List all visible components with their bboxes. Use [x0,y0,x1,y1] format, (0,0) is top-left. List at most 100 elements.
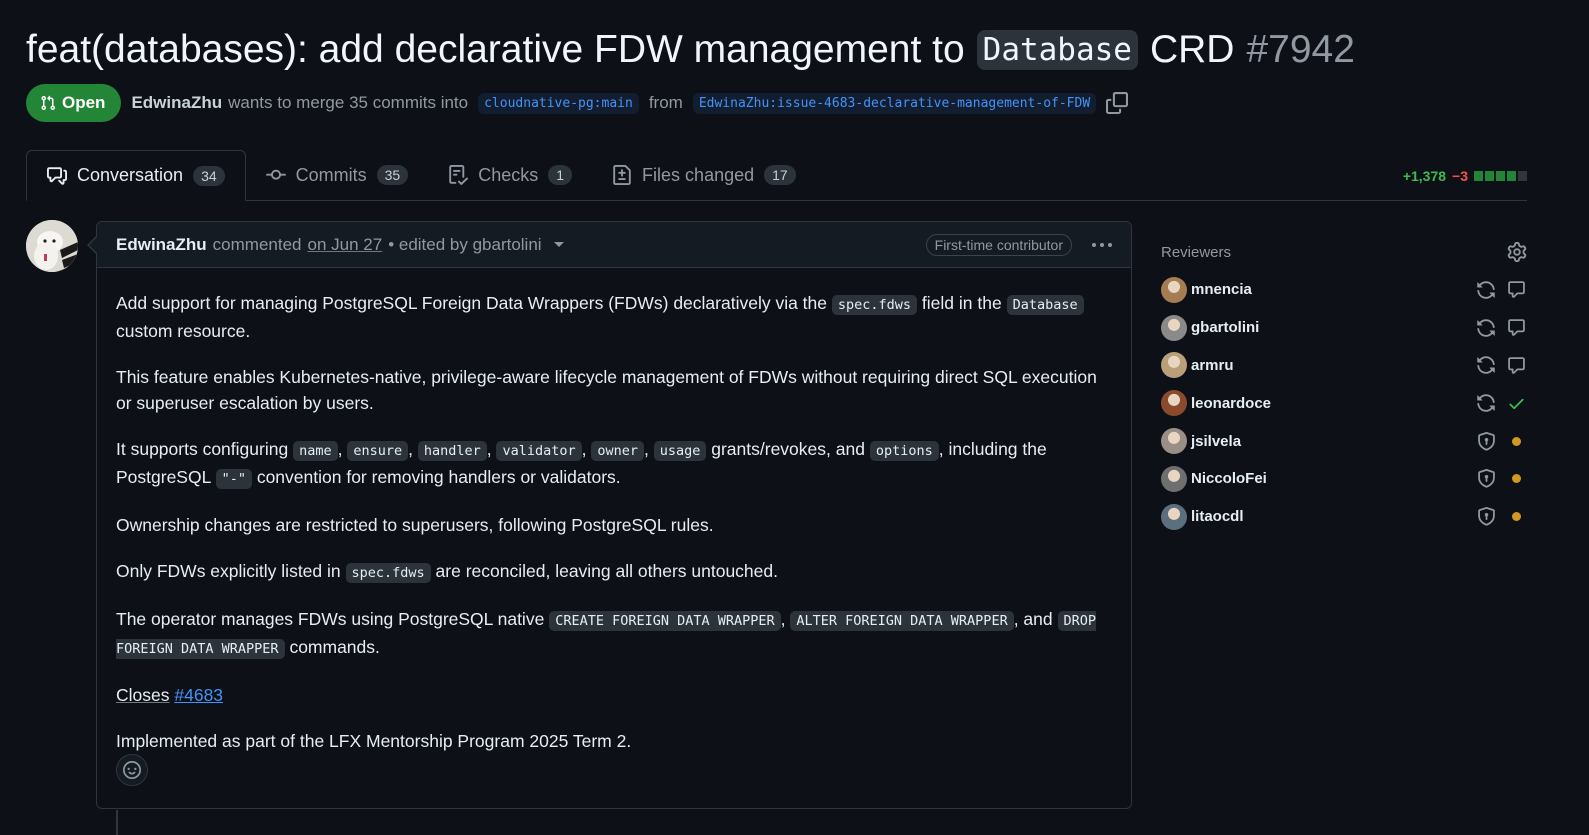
pending-dot-icon [1505,474,1527,484]
head-branch[interactable]: EdwinaZhu:issue-4683-declarative-managem… [692,92,1097,114]
inline-code: "-" [215,469,252,489]
pr-meta: Open EdwinaZhu wants to merge 35 commits… [26,84,1129,122]
text: convention for removing handlers or vali… [256,467,621,487]
avatar[interactable] [1161,428,1187,455]
add-reaction-button[interactable] [116,754,148,786]
text: Only FDWs explicitly listed in [116,561,341,581]
shield-lock-icon [1475,469,1497,488]
file-diff-icon [613,165,631,185]
comment-discussion-icon [47,166,67,185]
re-request-review-icon[interactable] [1475,393,1497,413]
sidebar: Reviewers mnencia gbartolini armru leonardo… [1161,240,1527,536]
git-pull-request-icon [41,95,56,111]
comment-icon [1505,318,1527,337]
paragraph: This feature enables Kubernetes-native, … [116,367,1097,413]
tab-label: Conversation [77,165,184,185]
reviewer-row: armru [1161,347,1527,385]
text: Add support for managing PostgreSQL Fore… [116,293,828,313]
tab-files-changed[interactable]: Files changed 17 [592,150,816,200]
reviewer-row: NiccoloFei [1161,460,1527,498]
comment-box: EdwinaZhu commented on Jun 27 • edited b… [96,221,1132,809]
tab-commits[interactable]: Commits 35 [246,150,429,200]
comment-body: Add support for managing PostgreSQL Fore… [97,268,1131,754]
reviewer-name[interactable]: gbartolini [1191,319,1467,336]
reviewer-row: leonardoce [1161,384,1527,422]
base-branch[interactable]: cloudnative-pg:main [478,92,639,114]
comment-date[interactable]: on Jun 27 [308,235,383,255]
inline-code: CREATE FOREIGN DATA WRAPPER [549,611,781,631]
issue-link[interactable]: #4683 [174,685,223,705]
avatar[interactable] [1161,465,1187,492]
gear-icon[interactable] [1507,242,1527,262]
reviewer-name[interactable]: leonardoce [1191,395,1467,412]
comment-arrow-fill [89,237,97,253]
inline-code: ALTER FOREIGN DATA WRAPPER [790,611,1014,631]
comment-author[interactable]: EdwinaZhu [116,235,207,255]
tab-counter: 17 [764,165,796,185]
inline-code: handler [417,441,487,461]
comment-icon [1505,280,1527,299]
reviewer-row: gbartolini [1161,309,1527,347]
re-request-review-icon[interactable] [1475,318,1497,338]
pr-title: feat(databases): add declarative FDW man… [26,28,1355,72]
comment-header: EdwinaZhu commented on Jun 27 • edited b… [97,222,1131,268]
shield-lock-icon [1475,431,1497,451]
pending-dot-icon [1505,512,1527,522]
first-time-contributor-badge: First-time contributor [925,233,1072,256]
text: commands. [289,637,380,657]
timeline-line [116,810,118,835]
avatar[interactable] [1161,314,1187,341]
copy-icon[interactable] [1106,92,1129,114]
inline-code: usage [653,441,707,461]
smiley-icon [123,761,141,779]
inline-code: options [869,441,939,461]
reviewer-name[interactable]: NiccoloFei [1191,470,1467,487]
diffstat-deletions: −3 [1452,168,1468,184]
chevron-down-icon[interactable] [553,242,564,247]
inline-code: ensure [347,441,409,461]
status-label: Open [62,93,106,112]
paragraph: Add support for managing PostgreSQL Fore… [116,290,1112,344]
paragraph: It supports configuring name, ensure, ha… [116,439,1047,489]
reviewer-name[interactable]: litaocdl [1191,508,1467,525]
text: , and [1013,609,1053,629]
checklist-icon [449,165,469,185]
pending-dot-icon [1505,436,1527,446]
paragraph: The operator manages FDWs using PostgreS… [116,609,1097,659]
tab-label: Commits [295,164,367,185]
reviewer-row: jsilvela [1161,422,1527,460]
reviewer-row: litaocdl [1161,498,1527,536]
tab-conversation[interactable]: Conversation 34 [26,150,246,201]
avatar[interactable] [1161,390,1187,417]
pr-title-text: feat(databases): add declarative FDW man… [26,28,965,71]
pr-author-link[interactable]: EdwinaZhu [131,93,222,113]
reviewer-name[interactable]: armru [1191,357,1467,374]
tab-label: Files changed [642,164,755,185]
re-request-review-icon[interactable] [1475,280,1497,300]
pr-number: #7942 [1246,28,1355,71]
kebab-menu-icon[interactable] [1092,242,1112,247]
reviewer-name[interactable]: jsilvela [1191,433,1467,450]
reviewers-list: mnencia gbartolini armru leonardoce jsilvela… [1161,271,1527,536]
diffstat: +1,378 −3 [1403,168,1527,184]
re-request-review-icon[interactable] [1475,355,1497,375]
tab-checks[interactable]: Checks 1 [428,150,592,200]
reviewer-name[interactable]: mnencia [1191,281,1467,298]
status-badge: Open [26,84,122,122]
avatar[interactable] [1161,276,1187,303]
inline-code: name [293,441,338,461]
pr-title-suffix: CRD [1149,28,1235,71]
tab-counter: 35 [376,165,409,185]
avatar[interactable] [1161,503,1187,530]
reviewer-row: mnencia [1161,271,1527,309]
inline-code: spec.fdws [831,295,918,315]
avatar[interactable] [26,220,78,272]
paragraph: Only FDWs explicitly listed in spec.fdws… [116,558,1112,586]
reviewers-label: Reviewers [1161,243,1232,261]
text: It supports configuring [116,439,289,459]
merge-text: wants to merge 35 commits into [228,93,469,112]
avatar[interactable] [1161,352,1187,379]
comment-edited[interactable]: • edited by gbartolini [388,235,541,255]
text: field in the [921,293,1002,313]
from-text: from [648,93,683,112]
